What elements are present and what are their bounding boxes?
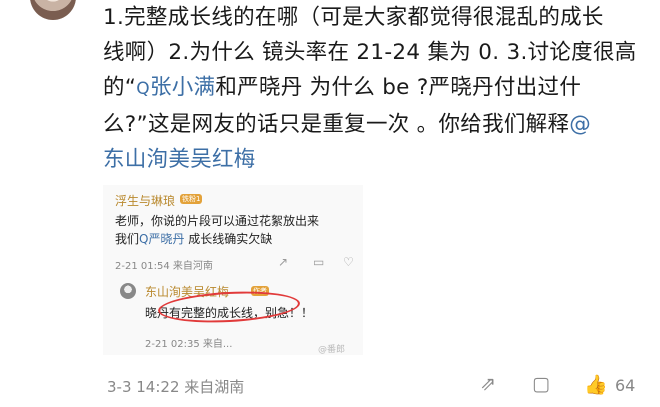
like-icon[interactable]: 👍 (584, 373, 608, 396)
mention-at[interactable]: @ (569, 112, 591, 137)
post-line: 1.完整成长线的在哪（可是大家都觉得很混乱的成长 (103, 5, 604, 30)
comment-text: 我们Q严晓丹 成长线确实欠缺 (115, 232, 273, 246)
share-icon[interactable]: ⇗ (480, 373, 496, 395)
comment-meta: 2-21 02:35 来自... (145, 339, 233, 350)
avatar (120, 283, 136, 299)
post-line: 的“Q张小满和严晓丹 为什么 be ?严晓丹付出过什 (103, 75, 582, 100)
like-count: 64 (615, 376, 636, 395)
comment-meta: 2-21 01:54 来自河南 (115, 261, 213, 272)
mention-link[interactable]: 东山洵美吴红梅 (103, 147, 256, 172)
comment-text: 老师，你说的片段可以通过花絮放出来 (115, 214, 320, 228)
share-icon: ↗ (278, 255, 289, 269)
embedded-screenshot: 浮生与琳琅 铁粉1 老师，你说的片段可以通过花絮放出来 我们Q严晓丹 成长线确实… (103, 185, 363, 355)
post-line: 东山洵美吴红梅 (103, 142, 651, 177)
topic-link[interactable]: 张小满 (150, 75, 215, 100)
comment-author: 浮生与琳琅 (115, 194, 176, 208)
watermark: @番郎 (318, 345, 346, 355)
topic-link: Q严晓丹 (139, 232, 185, 246)
post-text: 1.完整成长线的在哪（可是大家都觉得很混乱的成长 线啊）2.为什么 镜头率在 2… (103, 0, 651, 177)
post-meta: 3-3 14:22 来自湖南 (107, 378, 245, 396)
fan-badge: 铁粉1 (180, 194, 203, 204)
post-line: 么?”这是网友的话只是重复一次 。你给我们解释@ (103, 112, 592, 137)
avatar[interactable] (30, 0, 76, 20)
comment-icon: ▭ (313, 255, 325, 269)
search-icon: Q (136, 79, 150, 99)
post-line: 线啊）2.为什么 镜头率在 21-24 集为 0. 3.讨论度很高 (103, 40, 637, 65)
comment-icon[interactable]: ▢ (532, 373, 550, 395)
like-icon: ♡ (343, 255, 354, 269)
